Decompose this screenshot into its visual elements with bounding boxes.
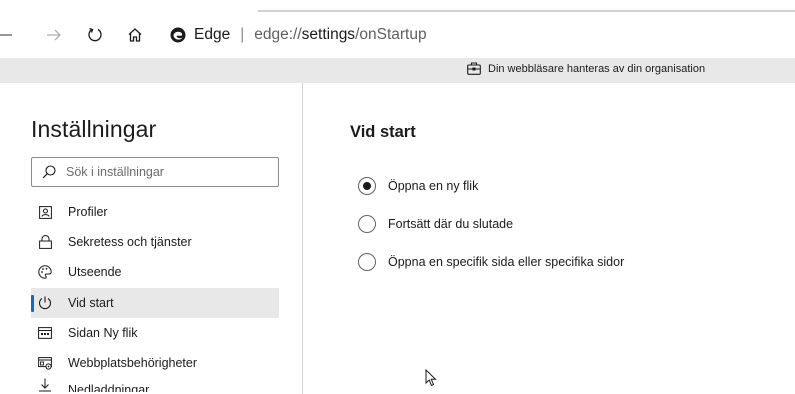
option-label: Öppna en ny flik	[388, 179, 479, 193]
startup-options: Öppna en ny flik Fortsätt där du slutade…	[358, 167, 624, 281]
sidebar-item-label: Webbplatsbehörigheter	[68, 356, 198, 371]
search-input[interactable]	[66, 165, 266, 179]
sidebar-item-label: Profiler	[68, 205, 108, 220]
sidebar-item-label: Sekretess och tjänster	[68, 235, 192, 250]
palette-icon	[38, 265, 52, 280]
url-text: edge://settings/onStartup	[254, 26, 426, 44]
url-prefix: edge://	[254, 26, 302, 43]
back-arrow-icon	[0, 34, 12, 36]
refresh-button[interactable]	[82, 22, 108, 48]
option-continue[interactable]: Fortsätt där du slutade	[358, 205, 624, 243]
option-label: Öppna en specifik sida eller specifika s…	[388, 255, 625, 269]
sidebar-item-label: Sidan Ny flik	[68, 325, 138, 340]
sidebar-item-webbplatsbehorigheter[interactable]: Webbplatsbehörigheter	[31, 348, 279, 378]
forward-button[interactable]	[40, 22, 68, 48]
sidebar-item-label: Nedladdningar	[68, 383, 150, 393]
forward-arrow-icon	[47, 29, 61, 41]
page-title: Vid start	[350, 123, 416, 141]
sidebar-item-vid-start[interactable]: Vid start	[31, 287, 279, 318]
sidebar-item-profiler[interactable]: Profiler	[31, 197, 279, 227]
home-icon	[128, 28, 142, 42]
url-separator: |	[240, 26, 245, 43]
power-icon	[38, 296, 52, 310]
home-button[interactable]	[122, 22, 148, 48]
newtab-icon	[38, 326, 52, 340]
radio-new-tab[interactable]	[358, 177, 376, 195]
managed-banner-content[interactable]: Din webbläsare hanteras av din organisat…	[467, 62, 705, 75]
settings-nav: Profiler Sekretess och tjänster Utseende…	[31, 197, 279, 392]
option-new-tab[interactable]: Öppna en ny flik	[358, 167, 624, 205]
settings-search[interactable]	[31, 157, 279, 187]
profile-icon	[38, 205, 52, 219]
managed-banner-text: Din webbläsare hanteras av din organisat…	[488, 62, 706, 75]
radio-continue[interactable]	[358, 215, 376, 233]
site-label: Edge	[194, 26, 231, 43]
sidebar-item-sekretess[interactable]: Sekretess och tjänster	[31, 227, 279, 257]
site-permissions-icon	[38, 356, 52, 370]
back-button[interactable]	[0, 22, 12, 48]
lock-icon	[38, 235, 52, 250]
settings-sidebar: Inställningar Profiler Sekretess och tjä…	[0, 83, 303, 394]
sidebar-item-label: Vid start	[68, 295, 114, 310]
mouse-cursor-icon	[425, 369, 437, 387]
url-bold: settings	[301, 26, 356, 43]
refresh-icon	[88, 27, 102, 42]
sidebar-item-nedladdningar[interactable]: Nedladdningar	[31, 378, 279, 392]
sidebar-item-ny-flik[interactable]: Sidan Ny flik	[31, 318, 279, 348]
managed-banner: Din webbläsare hanteras av din organisat…	[0, 58, 795, 83]
tab-strip-edge	[258, 10, 795, 12]
address-bar[interactable]: Edge | edge://settings/onStartup	[160, 22, 427, 48]
browser-toolbar: Edge | edge://settings/onStartup	[0, 0, 795, 58]
option-label: Fortsätt där du slutade	[388, 217, 514, 231]
sidebar-title: Inställningar	[31, 116, 157, 142]
option-specific-pages[interactable]: Öppna en specifik sida eller specifika s…	[358, 243, 624, 281]
edge-logo	[170, 27, 186, 43]
settings-main: Vid start Öppna en ny flik Fortsätt där …	[304, 83, 795, 394]
download-icon	[38, 378, 52, 392]
sidebar-item-label: Utseende	[68, 265, 122, 280]
radio-specific-pages[interactable]	[358, 253, 376, 271]
url-rest: /onStartup	[355, 26, 427, 43]
sidebar-item-utseende[interactable]: Utseende	[31, 257, 279, 287]
briefcase-icon	[467, 62, 481, 75]
search-icon	[42, 165, 56, 179]
